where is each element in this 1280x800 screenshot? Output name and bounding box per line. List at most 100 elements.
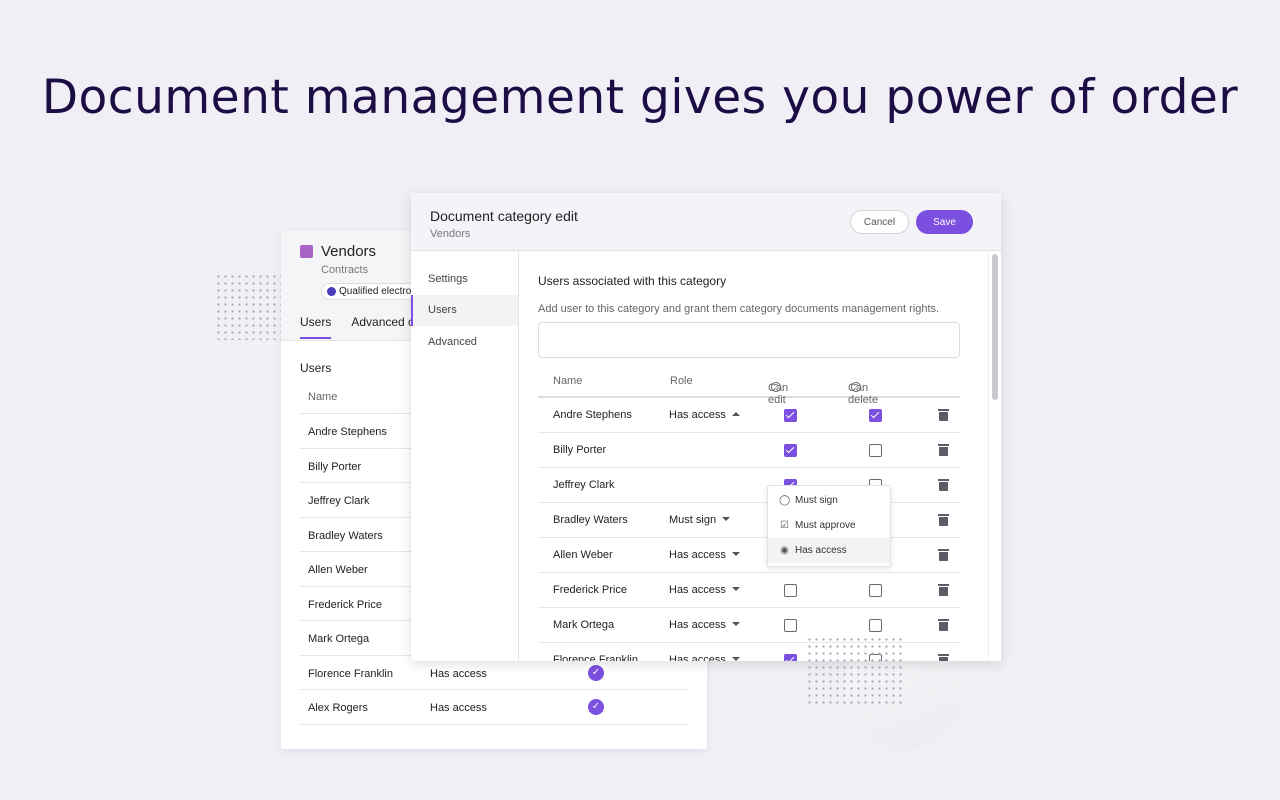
can-delete-checkbox[interactable] <box>869 409 882 422</box>
user-name: Alex Rogers <box>308 702 368 714</box>
check-circle-icon: ✓ <box>588 699 604 715</box>
trash-icon[interactable] <box>938 514 949 526</box>
caret-down-icon <box>731 657 740 661</box>
option-label: Must approve <box>795 520 856 531</box>
scrollbar[interactable] <box>988 251 1001 661</box>
panel-description: Add user to this category and grant them… <box>538 303 940 315</box>
modal-title: Document category edit <box>430 208 578 224</box>
role-select[interactable]: Has access <box>669 409 740 421</box>
add-user-input[interactable] <box>538 322 960 358</box>
dot-pattern-decoration <box>806 636 906 704</box>
can-edit-checkbox[interactable] <box>784 619 797 632</box>
eye-icon: ◉ <box>780 545 789 556</box>
can-delete-checkbox[interactable] <box>869 444 882 457</box>
table-row: Allen Weber Has access <box>538 538 960 573</box>
user-name: Andre Stephens <box>308 426 387 438</box>
dropdown-option[interactable]: ☑ Must approve <box>768 513 890 538</box>
check-circle-icon: ✓ <box>588 664 604 681</box>
user-name: Jeffrey Clark <box>553 479 615 491</box>
user-role: Has access <box>430 667 487 680</box>
category-color-icon <box>300 245 313 258</box>
role-value: Has access <box>669 654 726 661</box>
user-name: Mark Ortega <box>553 619 615 631</box>
can-delete-checkbox[interactable] <box>869 619 882 632</box>
chip-label: Qualified electro <box>339 286 412 297</box>
scrollbar-thumb[interactable] <box>992 254 998 400</box>
help-icon[interactable]: ? <box>851 382 861 392</box>
can-delete-checkbox[interactable] <box>869 584 882 597</box>
option-label: Has access <box>795 545 847 556</box>
role-value: Has access <box>669 549 726 561</box>
dropdown-option[interactable]: ◯ Must sign <box>768 488 890 513</box>
trash-icon[interactable] <box>938 654 949 661</box>
user-name: Florence Franklin <box>553 654 638 661</box>
option-label: Must sign <box>795 495 838 506</box>
user-badge-icon <box>327 287 336 296</box>
users-table: Andre Stephens Has access Billy Porter Jeff… <box>538 398 960 661</box>
user-name: Allen Weber <box>553 549 613 561</box>
can-edit-checkbox[interactable] <box>784 584 797 597</box>
caret-down-icon <box>731 552 740 556</box>
can-edit-checkbox[interactable] <box>784 444 797 457</box>
check-circle-icon: ◯ <box>779 495 791 506</box>
role-select[interactable]: Must sign <box>669 514 731 526</box>
trash-icon[interactable] <box>938 409 949 421</box>
nav-item-users[interactable]: Users <box>411 294 518 326</box>
trash-icon[interactable] <box>938 549 949 561</box>
nav-item-settings[interactable]: Settings <box>411 263 518 295</box>
clipboard-check-icon: ☑ <box>780 520 789 531</box>
trash-icon[interactable] <box>938 444 949 456</box>
card-subtitle: Contracts <box>321 264 369 276</box>
user-name: Bradley Waters <box>308 529 383 542</box>
caret-up-icon <box>731 412 740 416</box>
user-name: Allen Weber <box>308 564 368 576</box>
trash-icon[interactable] <box>938 479 949 491</box>
role-value: Must sign <box>669 514 717 526</box>
save-button[interactable]: Save <box>916 210 973 234</box>
role-value: Has access <box>669 619 726 631</box>
user-name: Bradley Waters <box>553 514 628 526</box>
user-name: Billy Porter <box>553 444 607 456</box>
section-title: Users <box>300 361 332 375</box>
help-icon[interactable]: ? <box>771 382 781 392</box>
column-header-name: Name <box>553 375 583 387</box>
user-name: Mark Ortega <box>308 633 370 645</box>
tab-users[interactable]: Users <box>300 315 332 339</box>
table-row: Alex Rogers Has access ✓ <box>300 690 688 725</box>
modal-nav: Settings Users Advanced <box>411 251 519 661</box>
table-row: Jeffrey Clark <box>538 468 960 503</box>
cancel-button[interactable]: Cancel <box>850 210 909 234</box>
headline: Document management gives you power of o… <box>41 70 1239 125</box>
signature-chip: Qualified electro <box>321 283 419 300</box>
table-header: Name Role Can edit? Can delete? <box>538 368 960 406</box>
user-role: Has access <box>430 702 487 714</box>
user-name: Frederick Price <box>553 584 627 596</box>
user-name: Florence Franklin <box>308 667 393 680</box>
role-select[interactable]: Has access <box>669 654 740 661</box>
role-select[interactable]: Has access <box>669 619 740 631</box>
dropdown-option[interactable]: ◉ Has access <box>768 538 890 563</box>
table-row: Billy Porter <box>538 433 960 468</box>
user-name: Billy Porter <box>308 460 362 473</box>
table-row: Frederick Price Has access <box>538 573 960 608</box>
category-edit-modal: Document category edit Vendors Cancel Sa… <box>411 193 1001 661</box>
role-select[interactable]: Has access <box>669 549 740 561</box>
user-name: Frederick Price <box>308 598 382 611</box>
role-value: Has access <box>669 409 726 421</box>
trash-icon[interactable] <box>938 619 949 631</box>
trash-icon[interactable] <box>938 584 949 596</box>
table-row: Bradley Waters Must sign <box>538 503 960 538</box>
role-select[interactable]: Has access <box>669 584 740 596</box>
role-value: Has access <box>669 584 726 596</box>
tab-advanced[interactable]: Advanced o <box>351 315 414 339</box>
column-header-role: Role <box>670 375 693 387</box>
card-title: Vendors <box>321 243 377 260</box>
role-dropdown-menu: ◯ Must sign ☑ Must approve ◉ Has access <box>767 485 891 567</box>
modal-subtitle: Vendors <box>430 228 471 240</box>
caret-down-icon <box>731 587 740 591</box>
nav-item-advanced[interactable]: Advanced <box>411 326 518 358</box>
users-panel: Users associated with this category Add … <box>520 251 988 661</box>
can-edit-checkbox[interactable] <box>784 409 797 422</box>
user-name: Jeffrey Clark <box>308 495 370 507</box>
can-edit-checkbox[interactable] <box>784 654 797 661</box>
